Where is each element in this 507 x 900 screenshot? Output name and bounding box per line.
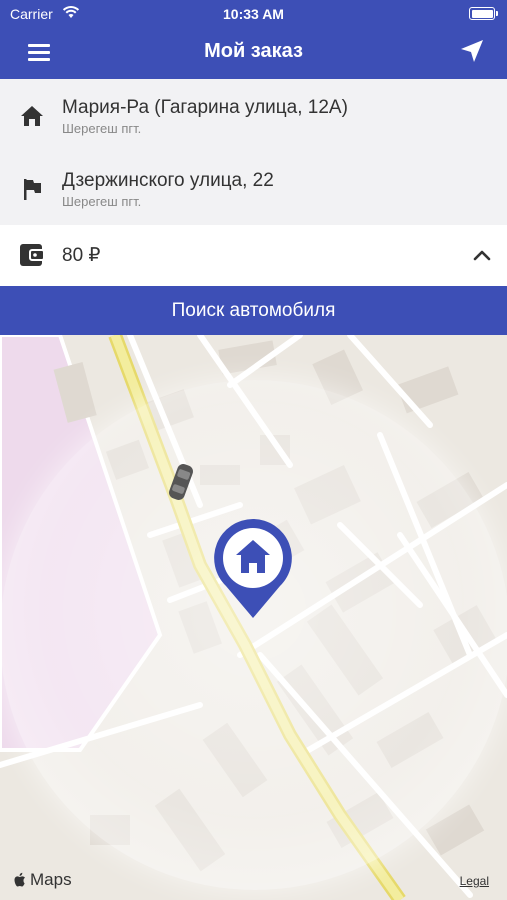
status-time: 10:33 AM — [223, 6, 284, 22]
navigation-arrow-icon[interactable] — [457, 36, 487, 66]
price-value: 80 ₽ — [62, 245, 101, 266]
destination-locality: Шерегеш пгт. — [62, 194, 142, 209]
home-icon — [21, 106, 43, 126]
battery-icon — [469, 7, 498, 20]
status-bar: Carrier 10:33 AM — [0, 0, 507, 28]
search-radius-circle — [0, 380, 507, 890]
chevron-up-icon[interactable] — [471, 245, 493, 267]
price-row[interactable]: 80 ₽ — [0, 225, 507, 286]
legal-link[interactable]: Legal — [460, 874, 489, 888]
map-view[interactable]: Maps Legal — [0, 335, 507, 900]
pickup-address-row[interactable]: Мария-Ра (Гагарина улица, 12А) Шерегеш п… — [0, 79, 507, 151]
search-car-button[interactable]: Поиск автомобиля — [0, 286, 507, 335]
page-title: Мой заказ — [204, 40, 303, 62]
destination-address-row[interactable]: Дзержинского улица, 22 Шерегеш пгт. — [0, 152, 507, 224]
maps-label: Maps — [30, 870, 72, 889]
car-icon — [169, 464, 193, 500]
destination-name: Дзержинского улица, 22 — [62, 170, 274, 191]
pickup-name: Мария-Ра (Гагарина улица, 12А) — [62, 97, 348, 118]
home-icon — [214, 519, 292, 618]
flag-icon — [24, 179, 41, 200]
menu-button[interactable] — [20, 38, 56, 68]
app-header: Carrier 10:33 AM Мой заказ — [0, 0, 507, 79]
maps-logo: Maps — [12, 870, 72, 890]
apple-logo-icon — [14, 872, 25, 887]
pickup-locality: Шерегеш пгт. — [62, 121, 142, 136]
wallet-icon — [20, 244, 45, 266]
hamburger-icon — [28, 44, 50, 47]
